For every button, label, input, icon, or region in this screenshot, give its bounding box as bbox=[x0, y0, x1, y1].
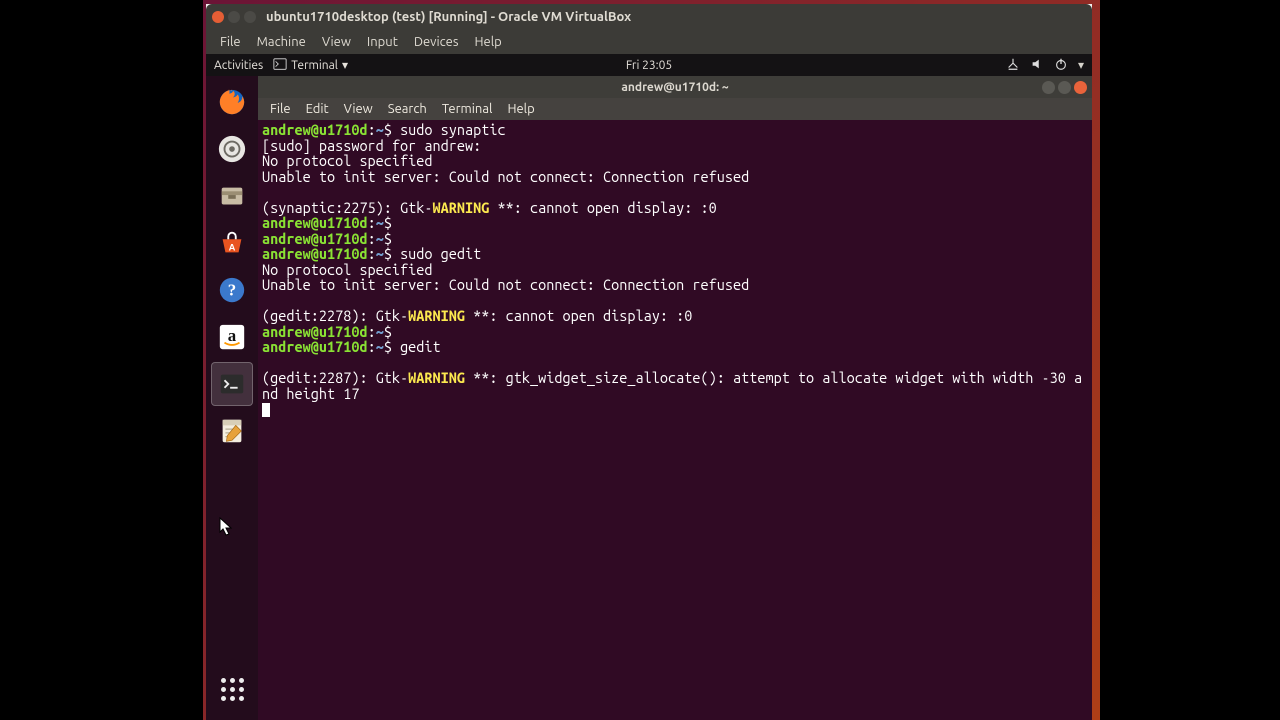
help-icon[interactable]: ? bbox=[211, 268, 253, 312]
activities-button[interactable]: Activities bbox=[214, 59, 263, 72]
terminal-menu-terminal[interactable]: Terminal bbox=[436, 101, 499, 117]
vbox-menu-devices[interactable]: Devices bbox=[408, 33, 465, 51]
vbox-menu-machine[interactable]: Machine bbox=[251, 33, 312, 51]
svg-text:A: A bbox=[229, 243, 236, 253]
terminal-mini-icon bbox=[273, 57, 287, 74]
amazon-icon[interactable]: a bbox=[211, 315, 253, 359]
mouse-cursor bbox=[219, 517, 233, 537]
vbox-minimize-button[interactable] bbox=[228, 11, 240, 23]
vbox-menu-input[interactable]: Input bbox=[361, 33, 404, 51]
topbar-status-area[interactable]: ▾ bbox=[1006, 57, 1084, 74]
svg-text:?: ? bbox=[228, 281, 236, 300]
terminal-close-button[interactable] bbox=[1074, 81, 1087, 94]
virtualbox-window: ubuntu1710desktop (test) [Running] - Ora… bbox=[206, 4, 1092, 720]
vbox-menu-help[interactable]: Help bbox=[469, 33, 508, 51]
sound-icon[interactable] bbox=[1030, 57, 1044, 74]
power-icon[interactable] bbox=[1054, 57, 1068, 74]
terminal-cursor bbox=[262, 403, 270, 417]
terminal-icon[interactable] bbox=[211, 362, 253, 406]
chevron-down-icon: ▾ bbox=[342, 58, 348, 72]
terminal-menubar: File Edit View Search Terminal Help bbox=[258, 98, 1092, 120]
terminal-menu-search[interactable]: Search bbox=[382, 101, 433, 117]
topbar-app-label: Terminal bbox=[291, 59, 338, 72]
gnome-topbar: Activities Terminal ▾ Fri 23:05 ▾ bbox=[206, 54, 1092, 76]
vbox-menu-view[interactable]: View bbox=[316, 33, 357, 51]
show-applications-button[interactable] bbox=[211, 668, 253, 710]
terminal-minimize-button[interactable] bbox=[1042, 81, 1055, 94]
terminal-titlebar: andrew@u1710d: ~ bbox=[258, 76, 1092, 98]
chevron-down-icon[interactable]: ▾ bbox=[1078, 58, 1084, 72]
firefox-icon[interactable] bbox=[211, 80, 253, 124]
guest-screen: Activities Terminal ▾ Fri 23:05 ▾ bbox=[206, 54, 1092, 720]
terminal-menu-view[interactable]: View bbox=[338, 101, 379, 117]
terminal-maximize-button[interactable] bbox=[1058, 81, 1071, 94]
svg-text:a: a bbox=[228, 326, 237, 345]
vbox-menu-file[interactable]: File bbox=[214, 33, 247, 51]
gnome-dock: A ? a bbox=[206, 76, 258, 720]
terminal-menu-file[interactable]: File bbox=[264, 101, 297, 117]
topbar-clock[interactable]: Fri 23:05 bbox=[626, 59, 672, 72]
settings-icon[interactable] bbox=[211, 127, 253, 171]
terminal-menu-help[interactable]: Help bbox=[501, 101, 540, 117]
terminal-menu-edit[interactable]: Edit bbox=[300, 101, 335, 117]
gedit-icon[interactable] bbox=[211, 409, 253, 453]
vbox-maximize-button[interactable] bbox=[244, 11, 256, 23]
vbox-menubar: File Machine View Input Devices Help bbox=[206, 30, 1092, 54]
topbar-app-indicator[interactable]: Terminal ▾ bbox=[273, 57, 348, 74]
vbox-titlebar: ubuntu1710desktop (test) [Running] - Ora… bbox=[206, 4, 1092, 30]
terminal-window: andrew@u1710d: ~ File Edit View Search T… bbox=[258, 76, 1092, 720]
terminal-body[interactable]: andrew@u1710d:~$ sudo synaptic [sudo] pa… bbox=[258, 120, 1092, 720]
vbox-close-button[interactable] bbox=[212, 11, 224, 23]
terminal-title: andrew@u1710d: ~ bbox=[621, 81, 728, 94]
vbox-window-title: ubuntu1710desktop (test) [Running] - Ora… bbox=[266, 10, 631, 24]
files-icon[interactable] bbox=[211, 174, 253, 218]
software-icon[interactable]: A bbox=[211, 221, 253, 265]
network-icon[interactable] bbox=[1006, 57, 1020, 74]
